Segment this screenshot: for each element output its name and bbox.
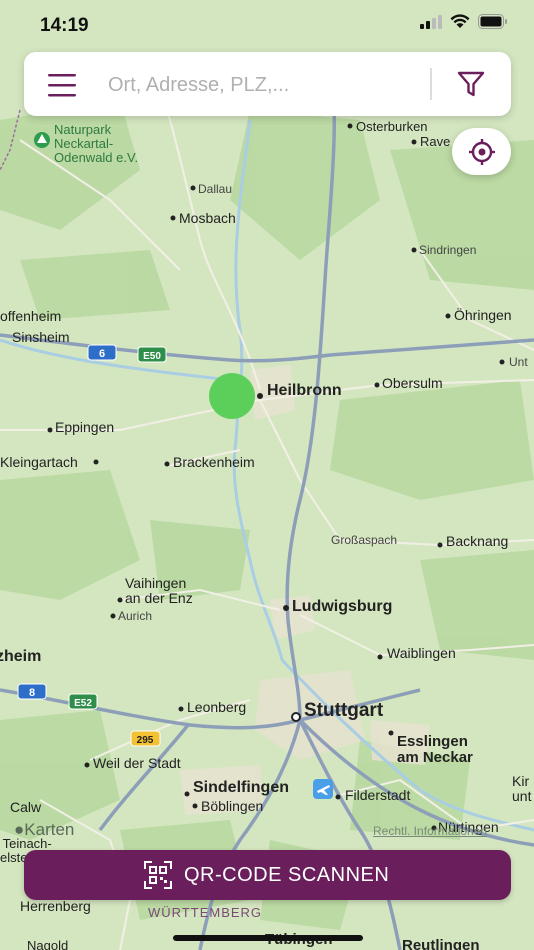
- svg-text:E52: E52: [74, 698, 92, 709]
- place-label: zheim: [0, 648, 41, 665]
- place-label: Rave: [420, 134, 450, 149]
- place-label: Mosbach: [179, 210, 236, 226]
- qr-scan-button[interactable]: QR-CODE SCANNEN: [24, 850, 511, 900]
- place-label: Obersulm: [382, 375, 443, 391]
- place-label: Großaspach: [331, 533, 397, 547]
- place-label: offenheim: [0, 308, 61, 324]
- road-shield-e52: E52: [68, 693, 98, 710]
- place-label: Stuttgart: [304, 700, 384, 721]
- crosshair-icon: [469, 139, 495, 165]
- svg-text:8: 8: [29, 687, 35, 699]
- place-label: Sindelfingen: [193, 779, 289, 796]
- road-shield-a8: 8: [17, 683, 47, 700]
- place-label: Herrenberg: [20, 898, 91, 914]
- airplane-icon: [313, 779, 333, 799]
- maps-attribution: ●Karten: [14, 820, 75, 839]
- place-label: am Neckar: [397, 749, 473, 766]
- place-label: Aurich: [118, 609, 152, 623]
- place-label: Odenwald e.V.: [54, 150, 138, 165]
- place-label: Leonberg: [187, 699, 246, 715]
- battery-icon: [478, 14, 507, 29]
- place-label: Dallau: [198, 182, 232, 196]
- menu-button[interactable]: [46, 70, 80, 100]
- hamburger-icon: [48, 74, 76, 97]
- place-label: Sindringen: [419, 243, 476, 257]
- status-bar: 14:19: [0, 0, 534, 52]
- qr-code-icon: [144, 861, 172, 889]
- road-shield-295: 295: [130, 730, 161, 747]
- place-label: Kir: [512, 773, 529, 789]
- search-divider: [430, 68, 432, 100]
- place-label: Öhringen: [454, 306, 512, 323]
- filter-button[interactable]: [454, 69, 488, 99]
- place-label: Heilbronn: [267, 382, 342, 399]
- search-input[interactable]: [106, 66, 430, 104]
- place-label: Naturpark: [54, 122, 112, 137]
- place-label: Unt: [509, 355, 528, 369]
- place-label: Backnang: [446, 533, 508, 549]
- place-label: Neckartal-: [54, 136, 113, 151]
- place-label: unt: [512, 788, 532, 804]
- park-icon: [34, 132, 50, 148]
- wifi-icon: [450, 14, 470, 28]
- place-label: Reutlingen: [402, 937, 480, 950]
- place-label: Sinsheim: [12, 329, 70, 345]
- home-indicator[interactable]: [173, 935, 363, 941]
- status-time: 14:19: [40, 15, 89, 36]
- road-shield-a6: 6: [87, 344, 117, 361]
- place-label: Nagold: [27, 938, 68, 950]
- svg-text:E50: E50: [143, 351, 161, 362]
- search-bar: [24, 52, 511, 116]
- place-label: Weil der Stadt: [93, 755, 181, 771]
- place-label: Böblingen: [201, 798, 263, 814]
- apple-icon: ●: [14, 820, 25, 839]
- filter-funnel-icon: [457, 71, 485, 97]
- road-shield-e50: E50: [137, 346, 167, 363]
- signal-icon: [420, 14, 442, 29]
- locate-me-button[interactable]: [452, 128, 511, 175]
- charging-point-marker[interactable]: [209, 373, 255, 419]
- qr-scan-label: QR-CODE SCANNEN: [184, 864, 390, 886]
- place-label: Ludwigsburg: [292, 598, 392, 615]
- svg-text:6: 6: [99, 348, 105, 360]
- place-label: Eppingen: [55, 419, 114, 435]
- legal-link[interactable]: Rechtl. Informationen: [373, 824, 487, 838]
- place-label: Kleingartach: [0, 454, 78, 470]
- place-label: Osterburken: [356, 119, 428, 134]
- place-label: Filderstadt: [345, 787, 410, 803]
- place-label: Vaihingen: [125, 575, 186, 591]
- place-label: Calw: [10, 799, 42, 815]
- place-label: Brackenheim: [173, 454, 255, 470]
- svg-text:295: 295: [137, 735, 154, 746]
- region-label: WÜRTTEMBERG: [148, 905, 262, 920]
- place-label: Esslingen: [397, 733, 468, 750]
- place-label: an der Enz: [125, 590, 193, 606]
- place-label: Waiblingen: [387, 645, 456, 661]
